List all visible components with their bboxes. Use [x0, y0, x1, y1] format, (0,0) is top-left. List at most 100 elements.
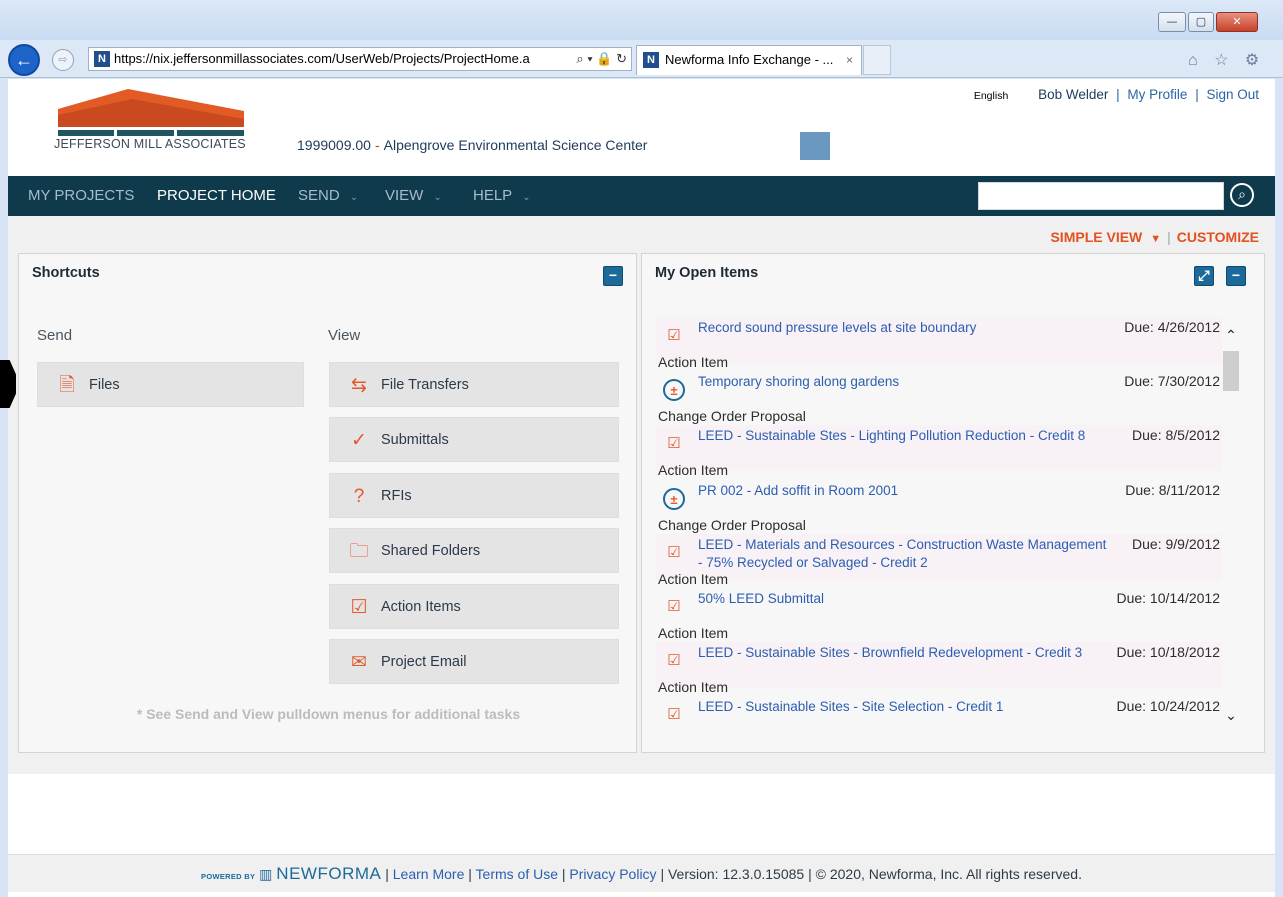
address-url[interactable]: https://nix.jeffersonmillassociates.com/…: [114, 48, 554, 70]
action-item-icon: ☑: [667, 327, 681, 344]
my-profile-link[interactable]: My Profile: [1127, 87, 1187, 102]
nav-send-menu[interactable]: SEND ⌄: [298, 176, 358, 216]
open-item-title[interactable]: Temporary shoring along gardens: [698, 373, 1108, 391]
main-content: SIMPLE VIEW ▼ | CUSTOMIZE Shortcuts − Send …: [8, 216, 1275, 774]
project-number: 1999009.00: [297, 137, 371, 153]
new-tab-button[interactable]: [863, 45, 891, 75]
shortcuts-note: * See Send and View pulldown menus for a…: [136, 706, 521, 722]
view-action-items-button[interactable]: ☑ Action Items: [329, 584, 619, 629]
open-item-row[interactable]: ☑ Record sound pressure levels at site b…: [656, 317, 1222, 363]
nav-help-label: HELP: [473, 187, 513, 204]
open-item-title[interactable]: LEED - Sustainable Stes - Lighting Pollu…: [698, 427, 1108, 445]
powered-by-label: POWERED BY: [201, 872, 256, 881]
browser-toolbar: ← ⇨ Nhttps://nix.jeffersonmillassociates…: [0, 40, 1283, 78]
open-items-expand-button[interactable]: ⤢: [1194, 266, 1214, 286]
search-button[interactable]: ⌕: [1230, 183, 1254, 207]
open-item-title[interactable]: LEED - Materials and Resources - Constru…: [698, 536, 1108, 572]
open-item-title[interactable]: Record sound pressure levels at site bou…: [698, 319, 1108, 337]
open-item-row[interactable]: ☑ LEED - Materials and Resources - Const…: [656, 534, 1222, 580]
dropdown-arrow-icon[interactable]: ▼: [1142, 233, 1167, 245]
open-item-title[interactable]: 50% LEED Submittal: [698, 590, 1108, 608]
open-item-title[interactable]: LEED - Sustainable Sites - Brownfield Re…: [698, 644, 1108, 662]
nav-view-label: VIEW: [385, 187, 424, 204]
tab-favicon-icon: N: [643, 52, 659, 68]
action-item-icon: ☑: [667, 544, 681, 561]
open-item-due: Due: 9/9/2012: [1132, 536, 1220, 552]
action-item-icon: ☑: [667, 652, 681, 669]
scrollbar-thumb[interactable]: [1223, 351, 1239, 391]
open-item-row[interactable]: ☑ LEED - Sustainable Stes - Lighting Pol…: [656, 425, 1222, 471]
language-selector[interactable]: English: [974, 90, 1008, 102]
site-favicon-icon: N: [94, 51, 110, 67]
action-item-icon: ☑: [667, 598, 681, 615]
minimize-button[interactable]: —: [1158, 12, 1186, 32]
footer-separator: |: [561, 866, 566, 882]
browser-tab-active[interactable]: N Newforma Info Exchange - ... ×: [636, 45, 862, 75]
view-shared-folders-button[interactable]: 🗀 Shared Folders: [329, 528, 619, 573]
view-project-email-label: Project Email: [381, 654, 467, 670]
customize-link[interactable]: CUSTOMIZE: [1177, 229, 1259, 245]
privacy-policy-link[interactable]: Privacy Policy: [569, 866, 656, 882]
back-arrow-icon: ←: [15, 50, 33, 70]
chevron-down-icon: ⌄: [433, 192, 442, 203]
open-item-row[interactable]: ☑ LEED - Sustainable Sites - Brownfield …: [656, 642, 1222, 688]
simple-view-dropdown[interactable]: SIMPLE VIEW: [1050, 229, 1142, 245]
sign-out-link[interactable]: Sign Out: [1206, 87, 1259, 102]
open-item-type: Change Order Proposal: [658, 408, 806, 424]
view-submittals-button[interactable]: ✓ Submittals: [329, 417, 619, 462]
tab-close-icon[interactable]: ×: [846, 46, 853, 74]
view-project-email-button[interactable]: ✉ Project Email: [329, 639, 619, 684]
shortcuts-panel: Shortcuts − Send View 🗎 Files ⇆ File Tra…: [18, 253, 637, 753]
maximize-button[interactable]: ▢: [1188, 12, 1214, 32]
send-files-button[interactable]: 🗎 Files: [37, 362, 304, 407]
browser-window: — ▢ ✕ ← ⇨ Nhttps://nix.jeffersonmillasso…: [0, 0, 1283, 897]
learn-more-link[interactable]: Learn More: [393, 866, 465, 882]
open-item-row[interactable]: ☑ LEED - Sustainable Sites - Site Select…: [656, 696, 1222, 737]
project-color-swatch: [800, 132, 830, 160]
view-file-transfers-button[interactable]: ⇆ File Transfers: [329, 362, 619, 407]
back-button[interactable]: ←: [8, 44, 40, 76]
shared-folders-icon: 🗀: [349, 541, 369, 562]
scroll-down-icon[interactable]: ⌄: [1222, 707, 1240, 724]
address-tools-icons[interactable]: ⌕ ▾ 🔒 ↻: [576, 48, 627, 70]
open-item-type: Change Order Proposal: [658, 517, 806, 533]
nav-my-projects[interactable]: MY PROJECTS: [28, 176, 134, 216]
open-items-scrollbar[interactable]: ⌃ ⌄: [1222, 317, 1240, 737]
nav-my-projects-label: MY PROJECTS: [28, 187, 135, 204]
open-item-type: Action Item: [658, 462, 729, 478]
open-item-type: Action Item: [658, 679, 729, 695]
open-item-title[interactable]: LEED - Sustainable Sites - Site Selectio…: [698, 698, 1108, 716]
view-heading: View: [328, 327, 361, 344]
scroll-up-icon[interactable]: ⌃: [1222, 327, 1240, 344]
nav-project-home[interactable]: PROJECT HOME: [157, 176, 276, 216]
browser-toolbar-icons[interactable]: ⌂ ☆ ⚙: [1188, 50, 1265, 70]
open-item-title[interactable]: PR 002 - Add soffit in Room 2001: [698, 482, 1108, 500]
change-order-icon: ±: [663, 379, 685, 401]
site-header: JEFFERSON MILL ASSOCIATES 1999009.00- Alp…: [8, 79, 1275, 176]
close-window-button[interactable]: ✕: [1216, 12, 1258, 32]
nav-send-label: SEND: [298, 187, 340, 204]
newforma-brand[interactable]: NEWFORMA: [276, 864, 381, 883]
view-rfis-button[interactable]: ? RFIs: [329, 473, 619, 518]
open-item-type: Action Item: [658, 625, 729, 641]
view-controls-separator: |: [1167, 229, 1171, 245]
nav-help-menu[interactable]: HELP ⌄: [473, 176, 531, 216]
project-email-icon: ✉: [351, 652, 367, 673]
address-bar[interactable]: Nhttps://nix.jeffersonmillassociates.com…: [88, 47, 632, 71]
copyright-text: © 2020, Newforma, Inc. All rights reserv…: [815, 866, 1082, 882]
shortcuts-collapse-button[interactable]: −: [603, 266, 623, 286]
forward-button[interactable]: ⇨: [52, 49, 74, 71]
search-input[interactable]: [978, 182, 1224, 210]
open-items-collapse-button[interactable]: −: [1226, 266, 1246, 286]
nav-view-menu[interactable]: VIEW ⌄: [385, 176, 442, 216]
company-name: JEFFERSON MILL ASSOCIATES: [54, 137, 246, 151]
send-files-label: Files: [89, 377, 120, 393]
collapse-icon: −: [608, 267, 618, 283]
terms-of-use-link[interactable]: Terms of Use: [476, 866, 558, 882]
open-item-type: Action Item: [658, 354, 729, 370]
view-rfis-label: RFIs: [381, 488, 412, 504]
open-items-panel: My Open Items ⤢ − ☑ Record sound pressur…: [641, 253, 1265, 753]
file-transfers-icon: ⇆: [351, 375, 367, 396]
footer-separator: |: [385, 866, 389, 882]
open-item-row[interactable]: ☑ 50% LEED Submittal Due: 10/14/2012: [656, 588, 1222, 634]
